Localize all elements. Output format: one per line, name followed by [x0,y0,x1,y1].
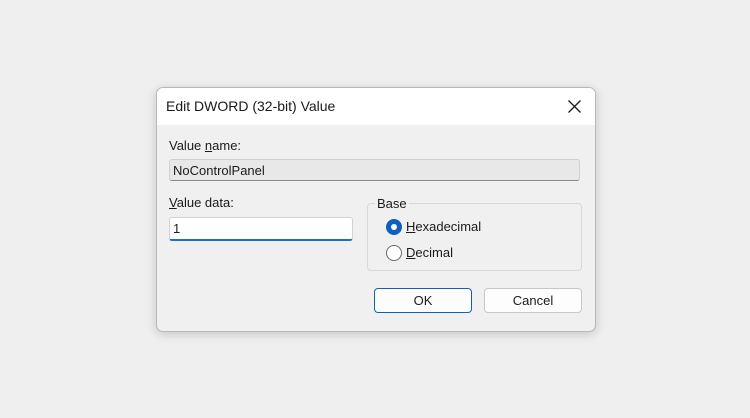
close-icon [568,100,581,113]
value-name-label: Value name: [169,138,242,153]
edit-dword-dialog: Edit DWORD (32-bit) Value Value name: No… [156,87,596,332]
radio-hexadecimal-label: Hexadecimal [406,219,482,234]
ok-button[interactable]: OK [374,288,472,313]
title-bar: Edit DWORD (32-bit) Value [157,88,595,125]
radio-decimal-label: Decimal [406,245,453,260]
base-legend: Base [375,196,409,211]
dialog-title: Edit DWORD (32-bit) Value [166,98,336,114]
value-name-field[interactable]: NoControlPanel [169,159,580,181]
value-data-input[interactable] [169,217,353,241]
radio-checked-icon [386,219,402,235]
cancel-button[interactable]: Cancel [484,288,582,313]
radio-unchecked-icon [386,245,402,261]
value-data-label: Value data: [169,195,234,210]
close-button[interactable] [559,91,591,122]
base-groupbox [367,203,582,271]
